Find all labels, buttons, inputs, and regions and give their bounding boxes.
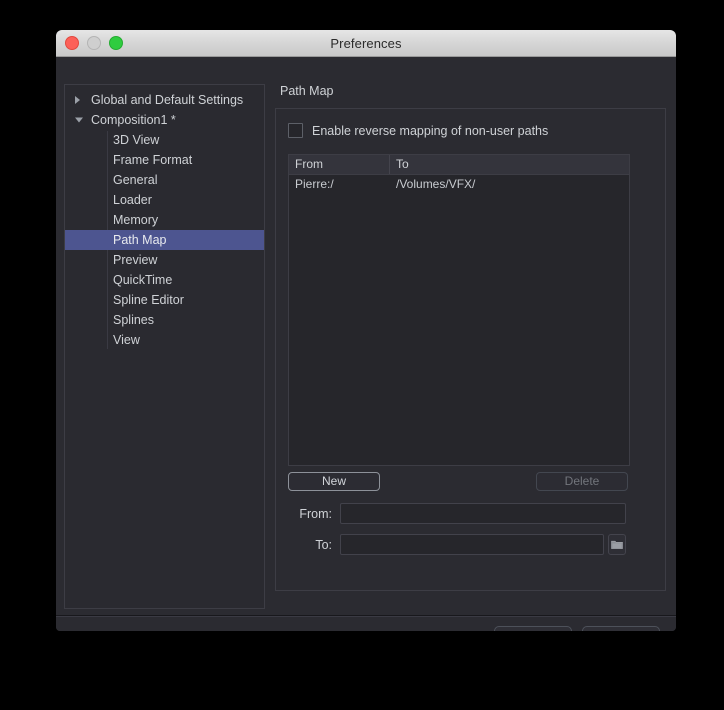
cell-from: Pierre:/ <box>295 177 334 191</box>
delete-button: Delete <box>536 472 628 491</box>
tree-item-frame-format[interactable]: Frame Format <box>65 150 264 170</box>
tree-item-label: 3D View <box>113 133 160 147</box>
tree-item-view[interactable]: View <box>65 330 264 350</box>
tree-item-quicktime[interactable]: QuickTime <box>65 270 264 290</box>
tree-item-memory[interactable]: Memory <box>65 210 264 230</box>
tree-item-label: Path Map <box>113 233 167 247</box>
to-input[interactable] <box>340 534 604 555</box>
preferences-window: Preferences Global and Default Settings … <box>56 30 676 631</box>
zoom-button-icon[interactable] <box>109 36 123 50</box>
browse-folder-button[interactable] <box>608 534 626 555</box>
tree-item-general[interactable]: General <box>65 170 264 190</box>
tree-item-label: Loader <box>113 193 152 207</box>
save-button[interactable]: Save <box>582 626 660 631</box>
tree-item-preview[interactable]: Preview <box>65 250 264 270</box>
table-header: From To <box>289 155 629 175</box>
tree-item-label: Memory <box>113 213 159 227</box>
column-header-to[interactable]: To <box>390 155 629 174</box>
tree-item-label: Preview <box>113 253 158 267</box>
window-body: Global and Default Settings Composition1… <box>56 57 676 631</box>
tree-item-path-map[interactable]: Path Map <box>65 230 264 250</box>
path-map-table[interactable]: From To Pierre:/ /Volumes/VFX/ <box>288 154 630 466</box>
chevron-down-icon[interactable] <box>75 117 83 123</box>
tree-item-spline-editor[interactable]: Spline Editor <box>65 290 264 310</box>
settings-tree[interactable]: Global and Default Settings Composition1… <box>64 84 265 609</box>
tree-item-composition1[interactable]: Composition1 * <box>65 110 264 130</box>
enable-reverse-mapping-label: Enable reverse mapping of non-user paths <box>312 123 549 138</box>
path-map-panel: Path Map Enable reverse mapping of non-u… <box>275 84 666 607</box>
window-controls <box>65 36 123 50</box>
enable-reverse-mapping-checkbox[interactable] <box>288 123 303 138</box>
tree-item-label: Spline Editor <box>113 293 184 307</box>
cell-to: /Volumes/VFX/ <box>396 177 476 191</box>
path-map-groupbox: Enable reverse mapping of non-user paths… <box>275 108 666 591</box>
panel-title: Path Map <box>280 84 334 98</box>
window-title: Preferences <box>330 35 402 51</box>
table-row[interactable]: Pierre:/ /Volumes/VFX/ <box>289 175 629 194</box>
tree-item-label: Composition1 * <box>91 113 176 127</box>
tree-item-splines[interactable]: Splines <box>65 310 264 330</box>
chevron-right-icon[interactable] <box>75 96 80 104</box>
folder-icon <box>611 540 623 549</box>
tree-item-loader[interactable]: Loader <box>65 190 264 210</box>
from-field-row: From: <box>276 503 665 524</box>
new-button[interactable]: New <box>288 472 380 491</box>
enable-reverse-mapping-row[interactable]: Enable reverse mapping of non-user paths <box>288 123 665 138</box>
column-header-from[interactable]: From <box>289 155 390 174</box>
from-input[interactable] <box>340 503 626 524</box>
cancel-button[interactable]: Cancel <box>494 626 572 631</box>
minimize-button-icon[interactable] <box>87 36 101 50</box>
tree-item-label: View <box>113 333 140 347</box>
close-button-icon[interactable] <box>65 36 79 50</box>
tree-item-label: QuickTime <box>113 273 173 287</box>
tree-item-3d-view[interactable]: 3D View <box>65 130 264 150</box>
table-actions: New Delete <box>288 472 628 491</box>
tree-item-label: Global and Default Settings <box>91 93 244 107</box>
tree-item-label: General <box>113 173 158 187</box>
window-titlebar: Preferences <box>56 30 676 57</box>
to-field-row: To: <box>276 534 665 555</box>
to-label: To: <box>315 537 332 552</box>
dialog-footer: Cancel Save <box>56 616 676 631</box>
from-label: From: <box>299 506 332 521</box>
tree-item-label: Frame Format <box>113 153 193 167</box>
tree-item-global-and-default-settings[interactable]: Global and Default Settings <box>65 90 264 110</box>
tree-item-label: Splines <box>113 313 154 327</box>
